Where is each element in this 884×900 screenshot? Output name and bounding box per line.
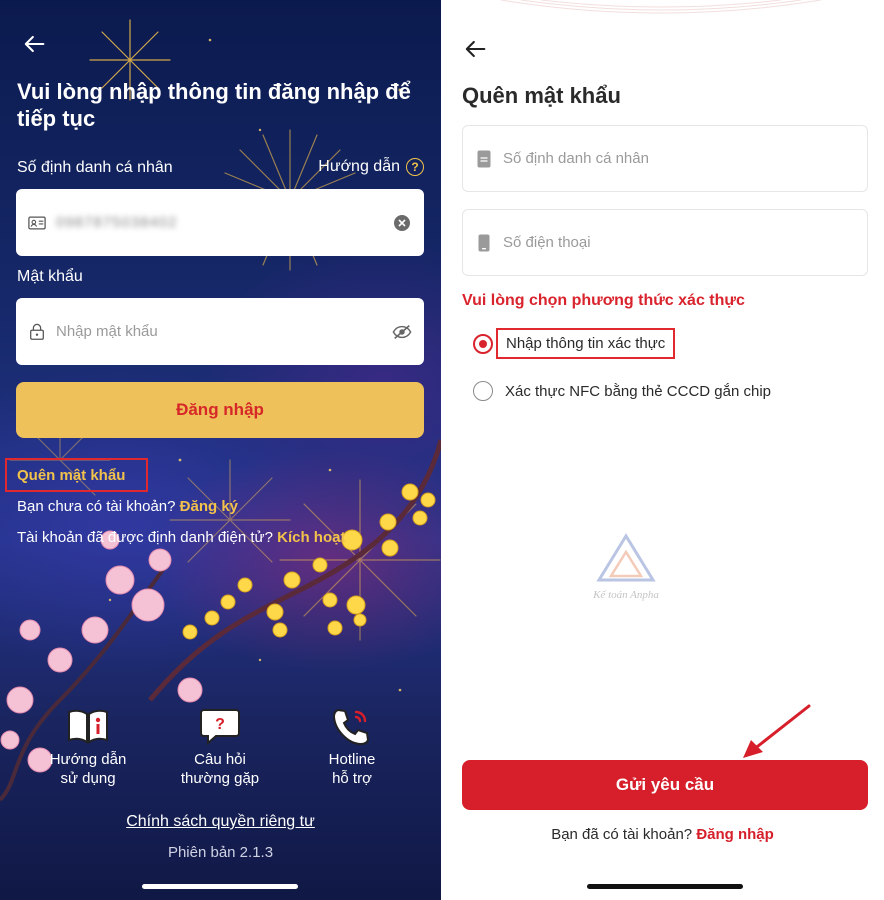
home-indicator [142, 884, 298, 889]
method-label-manual: Nhập thông tin xác thực [496, 328, 676, 359]
lock-icon [30, 323, 44, 340]
id-number-input[interactable] [503, 150, 853, 167]
forgot-password-screen: Quên mật khẩu Vui lòng chọn phương thức … [441, 0, 884, 900]
password-input[interactable]: Nhập mật khẩu [16, 298, 424, 365]
header-pattern-decoration [500, 0, 822, 14]
no-account-text: Bạn chưa có tài khoản? [17, 498, 176, 515]
activate-link[interactable]: Kích hoạt [277, 529, 345, 546]
login-screen: Vui lòng nhập thông tin đăng nhập để tiế… [0, 0, 441, 900]
svg-text:?: ? [215, 716, 225, 733]
id-input[interactable]: 0987875038402 [16, 189, 424, 256]
method-option-nfc[interactable]: Xác thực NFC bằng thẻ CCCD gắn chip [473, 381, 771, 401]
phone-field[interactable] [462, 209, 868, 276]
radio-selected[interactable] [473, 333, 493, 354]
faq-line1: Câu hỏi [194, 751, 246, 768]
home-indicator [587, 884, 743, 889]
phone-input[interactable] [503, 234, 853, 251]
user-guide-line1: Hướng dẫn [49, 751, 127, 768]
have-account-text: Bạn đã có tài khoản? [551, 826, 693, 843]
login-prompt: Bạn đã có tài khoản? Đăng nhập [441, 826, 884, 843]
guide-link[interactable]: Hướng dẫn ? [318, 158, 424, 176]
submit-request-button[interactable]: Gửi yêu cầu [462, 760, 868, 810]
clear-input-icon[interactable] [392, 213, 412, 233]
document-icon [477, 150, 491, 167]
eye-off-icon[interactable] [392, 322, 412, 342]
user-guide-book-icon [68, 709, 108, 744]
password-label: Mật khẩu [17, 268, 83, 285]
app-version: Phiên bản 2.1.3 [167, 844, 274, 861]
user-guide-shortcut[interactable]: Hướng dẫn sử dụng [40, 706, 136, 788]
password-placeholder: Nhập mật khẩu [56, 323, 158, 340]
method-option-manual[interactable]: Nhập thông tin xác thực [473, 328, 676, 359]
page-title: Vui lòng nhập thông tin đăng nhập để tiế… [17, 79, 411, 131]
privacy-policy-link[interactable]: Chính sách quyền riêng tư [0, 813, 441, 831]
anpha-watermark-logo: Kế toán Anpha [592, 533, 659, 601]
page-title: Quên mật khẩu [462, 83, 621, 108]
back-arrow-icon[interactable] [461, 35, 489, 63]
hotline-line2: hỗ trợ [332, 770, 372, 787]
id-card-icon [28, 216, 46, 229]
login-link[interactable]: Đăng nhập [696, 826, 774, 843]
register-link[interactable]: Đăng ký [180, 498, 238, 515]
hotline-line1: Hotline [328, 751, 376, 768]
id-value: 0987875038402 [56, 214, 178, 231]
guide-label: Hướng dẫn [318, 158, 400, 175]
id-number-field[interactable] [462, 125, 868, 192]
register-prompt: Bạn chưa có tài khoản? Đăng ký [17, 498, 238, 515]
forgot-password-link[interactable]: Quên mật khẩu [5, 458, 148, 492]
radio-unselected[interactable] [473, 381, 493, 401]
user-guide-line2: sử dụng [60, 770, 116, 787]
faq-line2: thường gặp [180, 770, 260, 787]
identified-text: Tài khoản đã được định danh điện tử? [17, 529, 273, 546]
annotation-arrow-icon [743, 704, 811, 758]
back-arrow-icon[interactable] [20, 30, 48, 58]
method-label-nfc: Xác thực NFC bằng thẻ CCCD gắn chip [505, 382, 771, 400]
help-circle-icon: ? [406, 158, 424, 176]
faq-question-bubble-icon: ? [200, 709, 240, 746]
verification-method-title: Vui lòng chọn phương thức xác thực [462, 292, 745, 309]
id-label: Số định danh cá nhân [17, 159, 173, 176]
hotline-shortcut[interactable]: Hotline hỗ trợ [304, 706, 400, 788]
watermark-text: Kế toán Anpha [592, 589, 659, 601]
hotline-phone-icon [332, 708, 370, 746]
faq-shortcut[interactable]: ? Câu hỏi thường gặp [172, 706, 268, 788]
login-button[interactable]: Đăng nhập [16, 382, 424, 438]
activate-prompt: Tài khoản đã được định danh điện tử? Kíc… [17, 529, 345, 546]
phone-icon [478, 234, 490, 251]
